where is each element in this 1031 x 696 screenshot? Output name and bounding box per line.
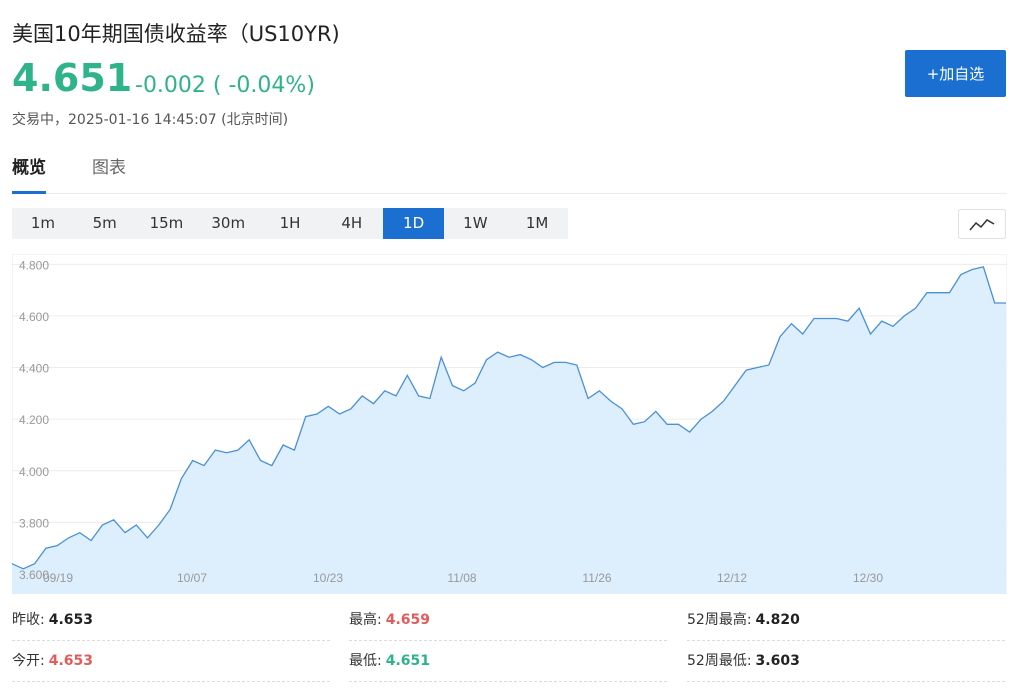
x-tick-label: 12/12	[717, 571, 747, 585]
price-change: -0.002 ( -0.04%)	[135, 73, 315, 98]
line-chart-icon	[969, 219, 995, 231]
y-tick-label: 4.800	[19, 258, 49, 272]
yield-chart: 3.600 3.800 4.000 4.200 4.400 4.600 4.800 09/1…	[11, 253, 1008, 595]
stat-value: 4.659	[385, 612, 431, 628]
add-watchlist-button[interactable]: +加自选	[905, 50, 1006, 97]
period-1h[interactable]: 1H	[259, 208, 321, 239]
chart-svg: 3.6003.8004.0004.2004.4004.6004.800 09/1…	[11, 253, 1008, 595]
period-1mo[interactable]: 1M	[506, 208, 568, 239]
stat-label: 最低:	[349, 653, 382, 669]
tab-chart[interactable]: 图表	[92, 155, 126, 191]
current-price: 4.651	[12, 56, 133, 100]
period-4h[interactable]: 4H	[321, 208, 383, 239]
stat-52w-low: 52周最低: 3.603	[687, 643, 1005, 682]
x-tick-label: 12/30	[853, 571, 883, 585]
stats-col-3: 52周最高: 4.820 52周最低: 3.603	[687, 602, 1005, 684]
period-30m[interactable]: 30m	[197, 208, 259, 239]
stat-52w-high: 52周最高: 4.820	[687, 602, 1005, 641]
stat-label: 今开:	[12, 653, 45, 669]
x-tick-label: 09/19	[43, 571, 73, 585]
period-15m[interactable]: 15m	[136, 208, 198, 239]
stat-value: 4.820	[755, 612, 800, 628]
x-tick-label: 11/08	[447, 571, 476, 585]
y-tick-label: 4.000	[19, 465, 49, 479]
period-5m[interactable]: 5m	[74, 208, 136, 239]
y-tick-label: 4.600	[19, 310, 49, 324]
period-1m[interactable]: 1m	[12, 208, 74, 239]
stat-value: 4.653	[48, 653, 94, 669]
period-selector: 1m 5m 15m 30m 1H 4H 1D 1W 1M	[12, 208, 568, 239]
y-tick-label: 3.800	[19, 516, 49, 530]
y-tick-label: 4.200	[19, 413, 49, 427]
stat-value: 3.603	[755, 653, 800, 669]
page-title: 美国10年期国债收益率（US10YR)	[12, 22, 340, 46]
stat-value: 4.651	[385, 653, 431, 669]
stat-low: 最低: 4.651	[349, 643, 667, 682]
stat-label: 昨收:	[12, 612, 45, 628]
stat-label: 最高:	[349, 612, 382, 628]
y-tick-label: 4.400	[19, 362, 49, 376]
x-tick-label: 10/23	[313, 571, 343, 585]
period-1w[interactable]: 1W	[444, 208, 506, 239]
stats-col-1: 昨收: 4.653 今开: 4.653	[12, 602, 330, 684]
x-tick-label: 10/07	[177, 571, 207, 585]
x-tick-label: 11/26	[582, 571, 611, 585]
stat-value: 4.653	[48, 612, 94, 628]
period-1d[interactable]: 1D	[382, 208, 445, 239]
stat-label: 52周最高:	[687, 612, 752, 628]
stats-col-2: 最高: 4.659 最低: 4.651	[349, 602, 667, 684]
stat-label: 52周最低:	[687, 653, 752, 669]
tab-bar: 概览 图表	[12, 155, 1007, 194]
stat-open: 今开: 4.653	[12, 643, 330, 682]
stat-prev-close: 昨收: 4.653	[12, 602, 330, 641]
tab-overview[interactable]: 概览	[12, 155, 46, 194]
trading-status: 交易中，2025-01-16 14:45:07 (北京时间)	[12, 112, 289, 128]
stat-high: 最高: 4.659	[349, 602, 667, 641]
chart-type-button[interactable]	[958, 209, 1006, 239]
